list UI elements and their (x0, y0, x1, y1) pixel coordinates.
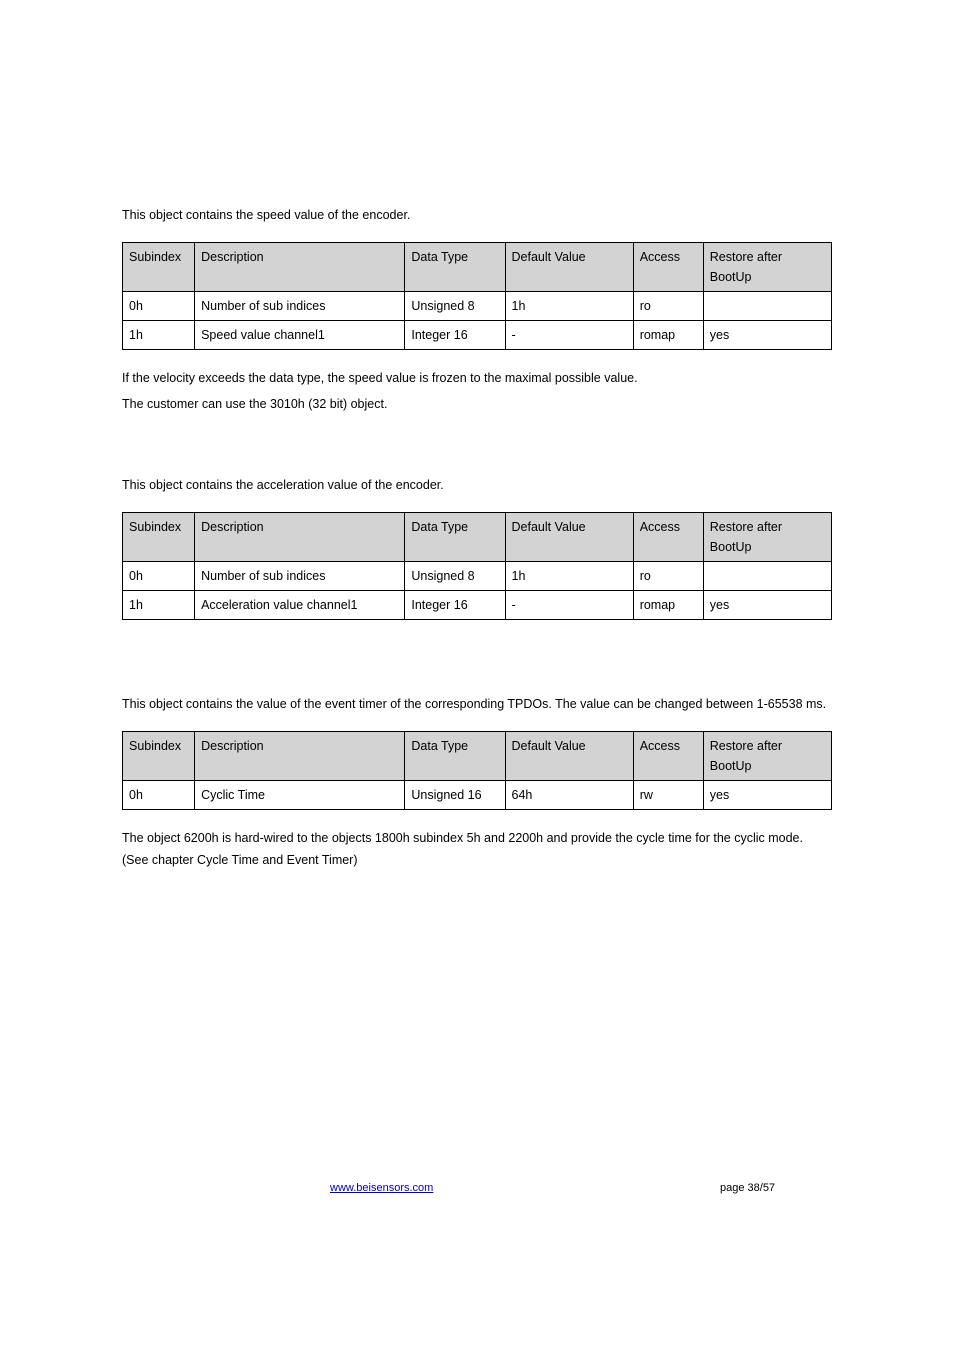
th-datatype: Data Type (405, 243, 505, 292)
cell: ro (633, 562, 703, 591)
th-description: Description (195, 243, 405, 292)
th-restore: Restore after BootUp (703, 732, 831, 781)
cell: Integer 16 (405, 321, 505, 350)
cell: Speed value channel1 (195, 321, 405, 350)
cell: 64h (505, 781, 633, 810)
th-access: Access (633, 513, 703, 562)
th-default: Default Value (505, 243, 633, 292)
section1-note2: The customer can use the 3010h (32 bit) … (122, 394, 832, 415)
cell: 0h (123, 292, 195, 321)
cell: romap (633, 321, 703, 350)
cell: 1h (123, 321, 195, 350)
cell: Integer 16 (405, 591, 505, 620)
section3-note: The object 6200h is hard-wired to the ob… (122, 828, 832, 871)
cell: yes (703, 781, 831, 810)
cell: 1h (123, 591, 195, 620)
th-description: Description (195, 732, 405, 781)
cell: Cyclic Time (195, 781, 405, 810)
th-access: Access (633, 243, 703, 292)
section2-intro: This object contains the acceleration va… (122, 475, 832, 496)
th-access: Access (633, 732, 703, 781)
cell: Number of sub indices (195, 562, 405, 591)
cell: romap (633, 591, 703, 620)
cell: ro (633, 292, 703, 321)
th-default: Default Value (505, 732, 633, 781)
cell: - (505, 321, 633, 350)
cell: - (505, 591, 633, 620)
th-default: Default Value (505, 513, 633, 562)
table-row: 1h Acceleration value channel1 Integer 1… (123, 591, 832, 620)
cell: Unsigned 8 (405, 562, 505, 591)
th-subindex: Subindex (123, 732, 195, 781)
table-row: 1h Speed value channel1 Integer 16 - rom… (123, 321, 832, 350)
table-row: 0h Number of sub indices Unsigned 8 1h r… (123, 562, 832, 591)
cell: Number of sub indices (195, 292, 405, 321)
cell: Acceleration value channel1 (195, 591, 405, 620)
cell: yes (703, 321, 831, 350)
table-speed: Subindex Description Data Type Default V… (122, 242, 832, 350)
cell: Unsigned 16 (405, 781, 505, 810)
footer-link[interactable]: www.beisensors.com (330, 1182, 433, 1194)
cell: 1h (505, 292, 633, 321)
th-datatype: Data Type (405, 513, 505, 562)
table-row: 0h Cyclic Time Unsigned 16 64h rw yes (123, 781, 832, 810)
th-datatype: Data Type (405, 732, 505, 781)
cell: yes (703, 591, 831, 620)
cell: 0h (123, 562, 195, 591)
table-acceleration: Subindex Description Data Type Default V… (122, 512, 832, 620)
section3-intro: This object contains the value of the ev… (122, 694, 832, 715)
cell: Unsigned 8 (405, 292, 505, 321)
cell (703, 562, 831, 591)
th-subindex: Subindex (123, 513, 195, 562)
th-restore: Restore after BootUp (703, 243, 831, 292)
footer-page-number: page 38/57 (720, 1182, 775, 1194)
th-description: Description (195, 513, 405, 562)
section1-intro: This object contains the speed value of … (122, 205, 832, 226)
cell: 1h (505, 562, 633, 591)
th-subindex: Subindex (123, 243, 195, 292)
table-cyclic: Subindex Description Data Type Default V… (122, 731, 832, 810)
cell: rw (633, 781, 703, 810)
table-row: 0h Number of sub indices Unsigned 8 1h r… (123, 292, 832, 321)
section1-note1: If the velocity exceeds the data type, t… (122, 368, 832, 389)
cell (703, 292, 831, 321)
th-restore: Restore after BootUp (703, 513, 831, 562)
cell: 0h (123, 781, 195, 810)
